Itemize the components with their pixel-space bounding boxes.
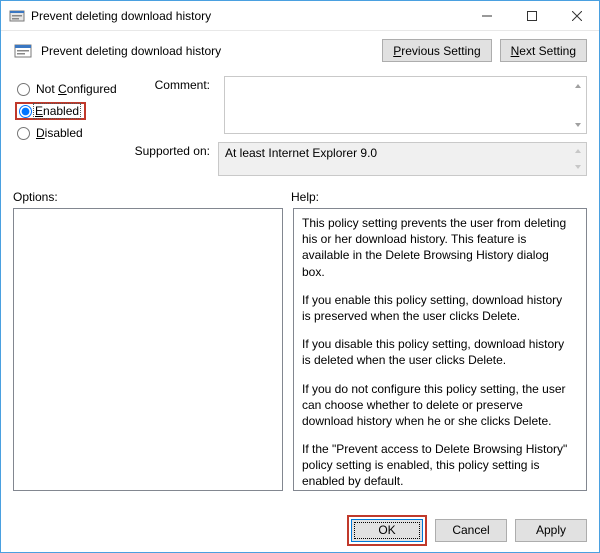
maximize-button[interactable] [509, 2, 554, 30]
scroll-down-icon[interactable] [569, 116, 586, 133]
radio-not-configured-label: Not Configured [36, 82, 117, 96]
options-label: Options: [13, 190, 291, 204]
comment-block: Comment: [133, 76, 587, 134]
apply-button[interactable]: Apply [515, 519, 587, 542]
comment-textarea[interactable] [224, 76, 587, 134]
scroll-up-icon [569, 143, 586, 159]
policy-title: Prevent deleting download history [41, 44, 221, 58]
help-paragraph: If you enable this policy setting, downl… [302, 292, 568, 324]
help-paragraph: If you do not configure this policy sett… [302, 381, 568, 430]
options-help-body: This policy setting prevents the user fr… [13, 208, 587, 500]
ok-highlight: OK [347, 515, 427, 546]
previous-setting-button[interactable]: Previous Setting [382, 39, 491, 62]
titlebar: Prevent deleting download history [1, 1, 599, 31]
supported-value: At least Internet Explorer 9.0 [225, 146, 377, 160]
options-pane [13, 208, 283, 491]
supported-label: Supported on: [133, 142, 218, 158]
cancel-button[interactable]: Cancel [435, 519, 507, 542]
supported-row: Supported on: At least Internet Explorer… [133, 142, 587, 176]
next-setting-button[interactable]: Next Setting [500, 39, 587, 62]
policy-icon [13, 41, 33, 61]
help-pane: This policy setting prevents the user fr… [293, 208, 587, 491]
ok-button[interactable]: OK [351, 519, 423, 542]
supported-scrollbar [569, 143, 586, 175]
config-row: Not Configured Enabled Disabled Comment: [13, 76, 587, 176]
help-paragraph: This policy setting prevents the user fr… [302, 215, 568, 280]
window-icon [9, 8, 25, 24]
help-paragraph: If you disable this policy setting, down… [302, 336, 568, 368]
scroll-up-icon[interactable] [569, 77, 586, 94]
scroll-down-icon [569, 159, 586, 175]
close-button[interactable] [554, 2, 599, 30]
state-radio-group: Not Configured Enabled Disabled [13, 76, 133, 144]
radio-disabled-input[interactable] [17, 127, 30, 140]
previous-setting-label: Previous Setting [393, 44, 480, 58]
radio-enabled-label[interactable]: Enabled [34, 104, 80, 118]
enabled-highlight: Enabled [15, 102, 86, 120]
comment-scrollbar[interactable] [569, 77, 586, 133]
comment-label: Comment: [133, 76, 218, 92]
help-paragraph: If the "Prevent access to Delete Browsin… [302, 441, 568, 490]
next-setting-label: Next Setting [511, 44, 576, 58]
options-help-labels: Options: Help: [13, 190, 587, 204]
window-title: Prevent deleting download history [31, 9, 464, 23]
radio-not-configured-input[interactable] [17, 83, 30, 96]
header: Prevent deleting download history Previo… [1, 31, 599, 72]
radio-enabled-input[interactable] [19, 105, 32, 118]
footer: OK Cancel Apply [1, 508, 599, 552]
radio-not-configured[interactable]: Not Configured [15, 78, 133, 100]
content-area: Not Configured Enabled Disabled Comment: [1, 72, 599, 508]
help-label: Help: [291, 190, 319, 204]
supported-value-box: At least Internet Explorer 9.0 [218, 142, 587, 176]
radio-disabled-label: Disabled [36, 126, 83, 140]
radio-disabled[interactable]: Disabled [15, 122, 133, 144]
policy-editor-window: Prevent deleting download history Preven… [0, 0, 600, 553]
minimize-button[interactable] [464, 2, 509, 30]
